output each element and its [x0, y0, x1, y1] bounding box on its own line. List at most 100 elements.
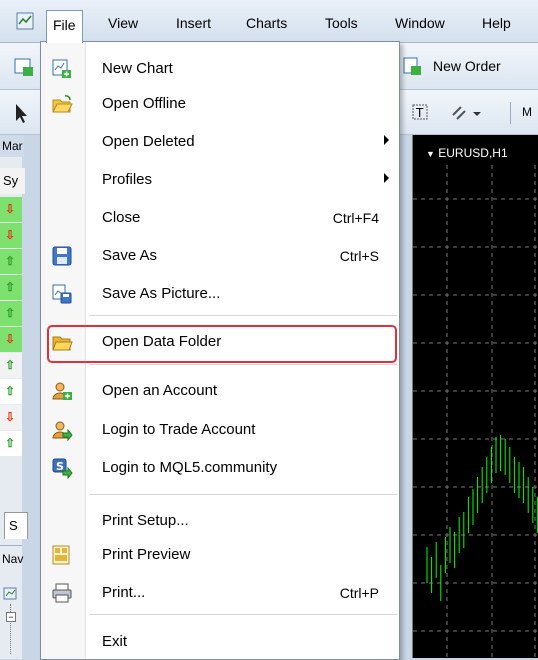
printer-icon	[51, 582, 73, 604]
print-preview-icon	[51, 544, 73, 566]
menu-view[interactable]: View	[102, 12, 144, 34]
market-watch-row[interactable]: ⇧	[0, 275, 22, 300]
arrow-down-icon: ⇩	[5, 202, 16, 216]
chart-dropdown-icon: ▼	[426, 149, 435, 159]
arrow-up-icon: ⇧	[5, 436, 16, 450]
save-picture-icon	[51, 283, 73, 305]
menu-item-label: Save As	[102, 247, 158, 264]
menu-charts[interactable]: Charts	[240, 12, 293, 34]
menu-item-shortcut: Ctrl+P	[339, 585, 379, 601]
menu-separator	[89, 494, 397, 495]
menu-item-label: Login to MQL5.community	[102, 459, 278, 476]
chart-window[interactable]	[412, 135, 538, 658]
app-icon[interactable]	[8, 10, 42, 32]
market-watch-row[interactable]: ⇩	[0, 223, 22, 248]
menu-item-save-as-picture[interactable]: Save As Picture...	[41, 277, 399, 311]
market-watch-row[interactable]: ⇩	[0, 327, 22, 352]
menu-item-label: Open Data Folder	[102, 333, 222, 350]
menu-item-label: Open Offline	[102, 95, 186, 112]
menu-item-open-offline[interactable]: Open Offline	[41, 87, 399, 121]
arrow-down-icon: ⇩	[5, 228, 16, 242]
chart-tab-label[interactable]: ▼ EURUSD,H1	[426, 146, 508, 160]
menu-item-label: Save As Picture...	[102, 285, 221, 302]
menu-bar: File View Insert Charts Tools Window Hel…	[0, 0, 538, 43]
market-watch-row[interactable]: ⇩	[0, 405, 22, 430]
menu-separator	[89, 364, 397, 365]
menu-item-label: Print Preview	[102, 546, 191, 563]
navigator-title: Nav	[2, 552, 24, 566]
menu-item-print-preview[interactable]: Print Preview	[41, 538, 399, 572]
menu-item-login-to-trade-account[interactable]: Login to Trade Account	[41, 413, 399, 447]
arrow-up-icon: ⇧	[5, 306, 16, 320]
new-chart-toolbar-icon[interactable]	[12, 55, 36, 82]
menu-item-open-an-account[interactable]: Open an Account	[41, 374, 399, 408]
menu-insert[interactable]: Insert	[170, 12, 217, 34]
menu-item-profiles[interactable]: Profiles	[41, 163, 399, 197]
toolbar-partial-label: M	[522, 105, 532, 119]
arrow-down-icon: ⇩	[5, 410, 16, 424]
text-tool-icon[interactable]: T	[410, 102, 432, 127]
market-watch-row[interactable]: ⇧	[0, 379, 22, 404]
market-watch-row[interactable]: ⇧	[0, 431, 22, 456]
menu-separator	[89, 614, 397, 615]
menu-item-label: Print...	[102, 584, 146, 601]
new-order-label: New Order	[433, 58, 501, 74]
menu-help[interactable]: Help	[476, 12, 517, 34]
market-watch-panel: Mar Sy ⇩ ⇩ ⇧ ⇧ ⇧ ⇩ ⇧ ⇧ ⇩ ⇧ S	[0, 135, 28, 545]
menu-separator	[89, 315, 397, 316]
chart-symbol-label: EURUSD,H1	[438, 146, 508, 160]
new-chart-icon	[51, 58, 73, 80]
menu-item-label: Open Deleted	[102, 133, 195, 150]
menu-item-shortcut: Ctrl+F4	[332, 210, 379, 226]
menu-item-save-as[interactable]: Save As Ctrl+S	[41, 239, 399, 273]
menu-item-label: Open an Account	[102, 382, 218, 399]
arrow-down-icon: ⇩	[5, 332, 16, 346]
menu-item-shortcut: Ctrl+S	[339, 248, 379, 264]
market-watch-column-symbol[interactable]: Sy	[0, 168, 25, 194]
menu-item-open-data-folder[interactable]: Open Data Folder	[41, 325, 399, 359]
file-menu: New Chart Open Offline Open Deleted Profile…	[40, 41, 400, 660]
menu-item-open-deleted[interactable]: Open Deleted	[41, 125, 399, 159]
submenu-arrow-icon	[384, 135, 389, 145]
menu-item-new-chart[interactable]: New Chart	[41, 52, 399, 86]
submenu-arrow-icon	[384, 173, 389, 183]
tree-collapse-icon[interactable]: −	[6, 612, 16, 622]
menu-item-label: Exit	[102, 633, 128, 650]
arrow-up-icon: ⇧	[5, 280, 16, 294]
menu-item-login-to-mql5-community[interactable]: S Login to MQL5.community	[41, 451, 399, 485]
login-icon	[51, 419, 73, 442]
navigator-panel: Nav −	[0, 545, 24, 659]
new-order-button[interactable]: New Order	[400, 53, 501, 81]
menu-item-label: Print Setup...	[102, 512, 189, 529]
menu-window[interactable]: Window	[389, 12, 451, 34]
mql5-icon: S	[51, 457, 73, 480]
folder-icon	[51, 331, 73, 353]
arrow-up-icon: ⇧	[5, 358, 16, 372]
menu-item-label: New Chart	[102, 60, 173, 77]
menu-item-print[interactable]: Print... Ctrl+P	[41, 576, 399, 610]
menu-tools[interactable]: Tools	[319, 12, 364, 34]
menu-item-close[interactable]: Close Ctrl+F4	[41, 201, 399, 235]
chart-canvas	[413, 165, 538, 658]
market-watch-row[interactable]: ⇧	[0, 301, 22, 326]
toolbar-divider	[510, 102, 511, 124]
menu-item-label: Login to Trade Account	[102, 421, 256, 438]
cursor-icon[interactable]	[10, 100, 32, 129]
arrow-up-icon: ⇧	[5, 384, 16, 398]
arrows-dropdown-icon[interactable]	[448, 102, 484, 127]
save-icon	[51, 245, 73, 267]
menu-file[interactable]: File	[46, 10, 83, 43]
market-watch-row[interactable]: ⇧	[0, 249, 22, 274]
svg-text:T: T	[415, 106, 424, 120]
menu-item-label: Profiles	[102, 171, 153, 188]
menu-item-label: Close	[102, 209, 141, 226]
arrow-up-icon: ⇧	[5, 254, 16, 268]
market-watch-title: Mar	[0, 135, 24, 157]
market-watch-row[interactable]: ⇧	[0, 353, 22, 378]
open-offline-icon	[51, 93, 73, 115]
menu-item-print-setup[interactable]: Print Setup...	[41, 504, 399, 538]
market-watch-row[interactable]: ⇩	[0, 197, 22, 222]
market-watch-tab[interactable]: S	[4, 512, 28, 539]
navigator-terminal-icon[interactable]	[3, 586, 19, 605]
menu-item-exit[interactable]: Exit	[41, 625, 399, 659]
